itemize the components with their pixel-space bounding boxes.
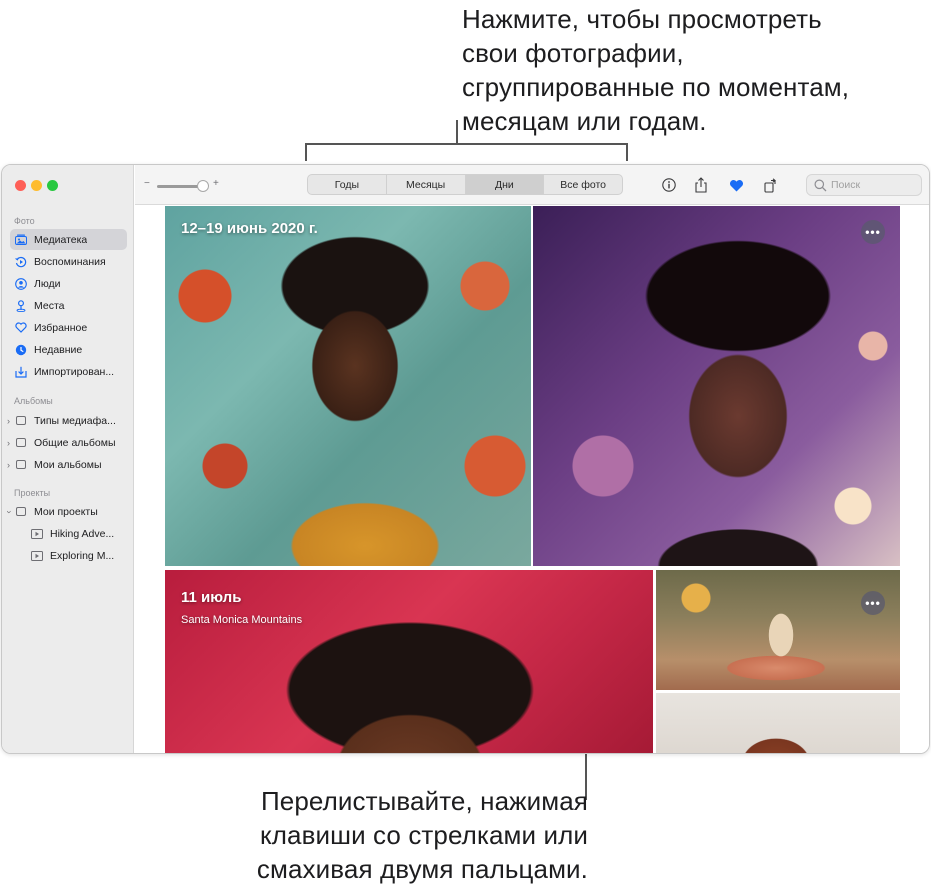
- info-icon: [662, 178, 676, 192]
- tab-months[interactable]: Месяцы: [387, 175, 466, 194]
- sidebar-item-shared-albums[interactable]: › Общие альбомы: [7, 432, 127, 453]
- sidebar: Фото Медиатека Воспоминания Люди Места И…: [2, 165, 134, 753]
- sidebar-item-project[interactable]: Exploring M...: [26, 545, 126, 566]
- sidebar-item-label: Мои проекты: [34, 505, 98, 518]
- sidebar-item-label: Воспоминания: [34, 255, 106, 268]
- sidebar-item-label: Типы медиафа...: [34, 414, 116, 427]
- sidebar-heading-photos: Фото: [14, 216, 35, 226]
- chevron-right-icon[interactable]: ›: [7, 460, 10, 470]
- sidebar-item-label: Общие альбомы: [34, 436, 116, 449]
- moment-title[interactable]: 12–19 июнь 2020 г.: [181, 220, 318, 237]
- sidebar-item-media-types[interactable]: › Типы медиафа...: [7, 410, 127, 431]
- sidebar-item-label: Люди: [34, 277, 61, 290]
- heart-icon: [729, 179, 743, 191]
- tab-days[interactable]: Дни: [465, 175, 545, 194]
- tab-all-photos[interactable]: Все фото: [544, 175, 622, 194]
- toolbar: − + Годы Месяцы Дни Все фото Поиск: [135, 165, 929, 205]
- share-icon: [695, 177, 707, 193]
- folder-icon: [15, 437, 27, 449]
- moment-location: Santa Monica Mountains: [181, 614, 303, 626]
- photo-thumbnail[interactable]: [533, 206, 900, 566]
- callout-bracket-stem: [456, 120, 458, 144]
- callout-line: Перелистывайте, нажимая: [261, 786, 588, 816]
- sidebar-item-label: Избранное: [34, 321, 88, 334]
- sidebar-item-imports[interactable]: Импортирован...: [10, 361, 127, 382]
- callout-bracket-bar: [305, 143, 628, 145]
- share-button[interactable]: [692, 176, 710, 194]
- sidebar-item-label: Недавние: [34, 343, 83, 356]
- sidebar-heading-albums: Альбомы: [14, 396, 53, 406]
- more-options-button[interactable]: •••: [861, 220, 885, 244]
- sidebar-item-label: Места: [34, 299, 65, 312]
- favorite-button[interactable]: [727, 176, 745, 194]
- sidebar-item-memories[interactable]: Воспоминания: [10, 251, 127, 272]
- callout-line: клавиши со стрелками или: [260, 820, 588, 850]
- zoom-out-label: −: [144, 178, 150, 189]
- chevron-down-icon[interactable]: ›: [5, 510, 15, 513]
- sidebar-item-library[interactable]: Медиатека: [10, 229, 127, 250]
- sidebar-item-label: Мои альбомы: [34, 458, 102, 471]
- sidebar-item-label: Импортирован...: [34, 365, 115, 378]
- sidebar-item-people[interactable]: Люди: [10, 273, 127, 294]
- photo-grid: 12–19 июнь 2020 г. ••• 11 июль Santa Mon…: [135, 206, 929, 753]
- search-icon: [814, 179, 827, 191]
- callout-bracket-left: [305, 143, 307, 161]
- photo-thumbnail[interactable]: [165, 206, 531, 566]
- callout-bracket-right: [626, 143, 628, 161]
- import-icon: [15, 366, 27, 378]
- search-input[interactable]: Поиск: [806, 174, 922, 196]
- callout-line: Нажмите, чтобы просмотреть: [462, 4, 822, 34]
- info-button[interactable]: [660, 176, 678, 194]
- search-placeholder: Поиск: [831, 179, 861, 191]
- people-icon: [15, 277, 27, 290]
- callout-line: сгруппированные по моментам,: [462, 72, 850, 102]
- sidebar-item-label: Медиатека: [34, 233, 88, 246]
- sidebar-item-my-albums[interactable]: › Мои альбомы: [7, 454, 127, 475]
- tab-years[interactable]: Годы: [308, 175, 387, 194]
- slideshow-icon: [31, 550, 43, 562]
- sidebar-item-places[interactable]: Места: [10, 295, 127, 316]
- photo-thumbnail[interactable]: [656, 570, 900, 690]
- more-options-button[interactable]: •••: [861, 591, 885, 615]
- photos-window: Фото Медиатека Воспоминания Люди Места И…: [1, 164, 930, 754]
- folder-icon: [15, 459, 27, 471]
- zoom-slider-knob[interactable]: [197, 180, 209, 192]
- sidebar-item-recents[interactable]: Недавние: [10, 339, 127, 360]
- clock-icon: [15, 344, 27, 356]
- library-icon: [15, 234, 27, 246]
- minimize-button[interactable]: [31, 180, 42, 191]
- folder-icon: [15, 415, 27, 427]
- zoom-in-label: +: [213, 178, 219, 189]
- sidebar-item-label: Exploring M...: [50, 549, 115, 562]
- folder-icon: [15, 506, 27, 518]
- callout-view-tabs: Нажмите, чтобы просмотреть свои фотограф…: [462, 2, 922, 138]
- memories-icon: [15, 256, 27, 268]
- callout-line: месяцам или годам.: [462, 106, 707, 136]
- moment-title[interactable]: 11 июль: [181, 589, 241, 606]
- sidebar-item-my-projects[interactable]: › Мои проекты: [5, 501, 127, 522]
- slideshow-icon: [31, 528, 43, 540]
- callout-line: свои фотографии,: [462, 38, 684, 68]
- sidebar-item-favorites[interactable]: Избранное: [10, 317, 127, 338]
- sidebar-item-project[interactable]: Hiking Adve...: [26, 523, 126, 544]
- sidebar-heading-projects: Проекты: [14, 488, 51, 498]
- chevron-right-icon[interactable]: ›: [7, 416, 10, 426]
- rotate-icon: [764, 177, 776, 193]
- sidebar-item-label: Hiking Adve...: [50, 527, 115, 540]
- rotate-button[interactable]: [762, 176, 780, 194]
- places-icon: [15, 299, 27, 312]
- photo-thumbnail[interactable]: [656, 693, 900, 753]
- view-segmented-control: Годы Месяцы Дни Все фото: [307, 174, 623, 195]
- heart-icon: [15, 322, 27, 334]
- fullscreen-button[interactable]: [47, 180, 58, 191]
- callout-navigation: Перелистывайте, нажимая клавиши со стрел…: [208, 784, 588, 886]
- close-button[interactable]: [15, 180, 26, 191]
- callout-line: смахивая двумя пальцами.: [256, 854, 588, 884]
- chevron-right-icon[interactable]: ›: [7, 438, 10, 448]
